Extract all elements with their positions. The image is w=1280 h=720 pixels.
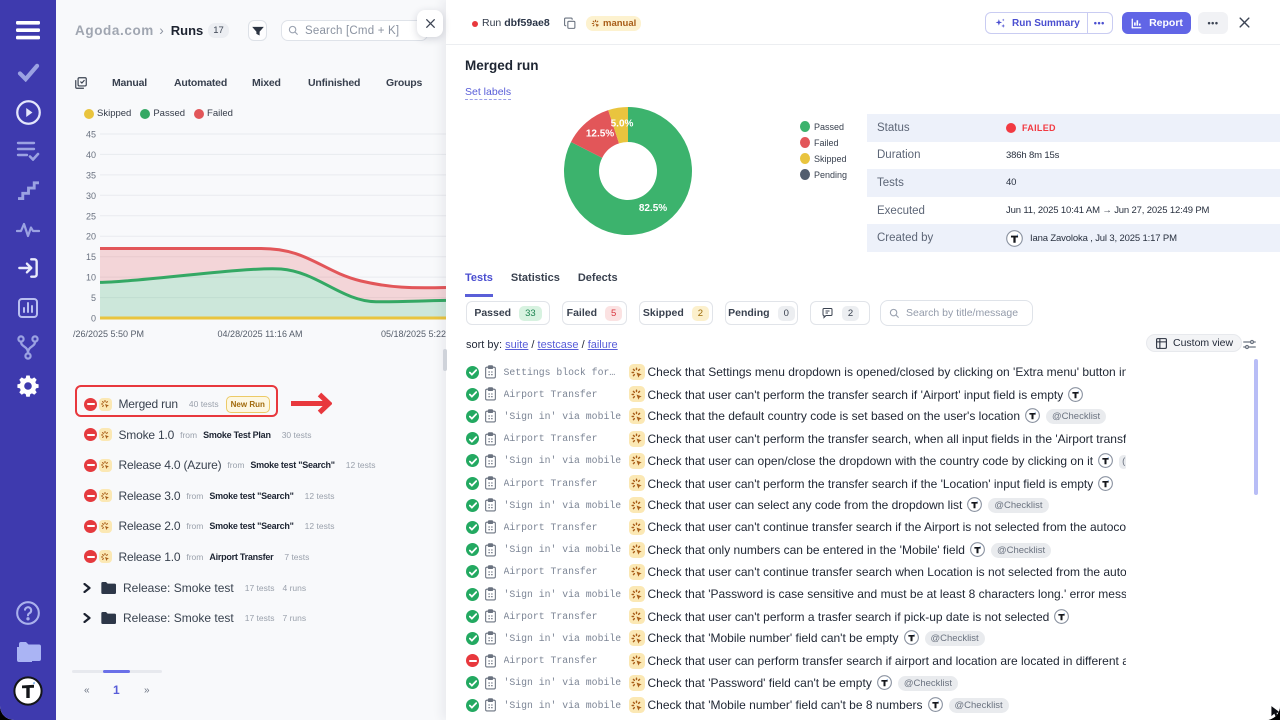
svg-text:5: 5: [91, 293, 96, 303]
svg-text:15: 15: [86, 252, 96, 262]
svg-text:30: 30: [86, 191, 96, 201]
svg-text:10: 10: [86, 273, 96, 283]
svg-text:/26/2025 5:50 PM: /26/2025 5:50 PM: [73, 329, 144, 339]
svg-text:04/28/2025 11:16 AM: 04/28/2025 11:16 AM: [218, 329, 303, 339]
svg-text:45: 45: [86, 130, 96, 140]
svg-text:12.5%: 12.5%: [586, 129, 614, 140]
svg-text:82.5%: 82.5%: [639, 203, 667, 214]
svg-text:20: 20: [86, 232, 96, 242]
svg-text:5.0%: 5.0%: [611, 119, 634, 130]
svg-text:25: 25: [86, 211, 96, 221]
svg-text:0: 0: [91, 314, 96, 324]
svg-text:35: 35: [86, 170, 96, 180]
svg-text:40: 40: [86, 150, 96, 160]
svg-text:05/18/2025 5:22: 05/18/2025 5:22: [381, 329, 446, 339]
